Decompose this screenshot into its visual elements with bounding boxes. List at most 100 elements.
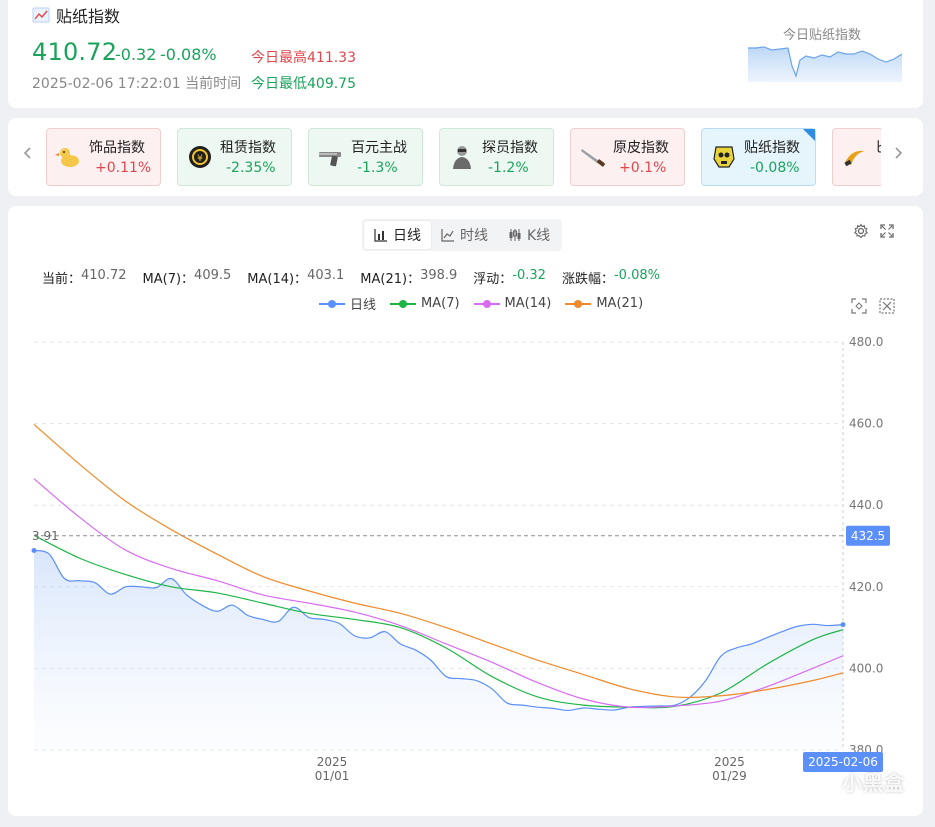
sticker-skull-icon: [713, 146, 735, 168]
index-name: 探员指数: [482, 140, 538, 156]
legend-label: MA(21): [596, 296, 644, 311]
tab-kline[interactable]: K线: [498, 221, 560, 249]
chevron-left-icon: [23, 147, 31, 159]
tab-daily[interactable]: 日线: [364, 221, 431, 249]
chart-card: 380.0 400.0 420.0 440.0 460.0 480.0 2025 01/01 2…: [8, 206, 923, 816]
stat-pct-value: -0.08%: [613, 268, 660, 283]
legend-marker: [390, 299, 417, 308]
chart-legend: 日线 MA(7) MA(14) MA(21): [319, 294, 643, 313]
tab-label: 日线: [393, 228, 421, 244]
watermark: 小黑盒: [842, 771, 905, 795]
timestamp: 2025-02-06 17:22:01 当前时间: [32, 76, 242, 92]
index-card-rental[interactable]: ¥ 租赁指数 -2.35%: [177, 128, 292, 186]
legend-marker: [565, 299, 592, 308]
tab-label: K线: [527, 228, 551, 244]
summary-title-row: 贴纸指数: [32, 3, 120, 27]
karambit-icon: [844, 150, 865, 167]
index-card-agent[interactable]: 探员指数 -1.2%: [439, 128, 554, 186]
y-tick-label: 400.0: [849, 661, 883, 675]
index-name: 饰品指数: [89, 140, 145, 156]
ma-stats-row: 当前： 410.72 MA(7)： 409.5 MA(14)： 403.1 MA…: [42, 268, 676, 287]
stat-current-label: 当前：: [42, 272, 82, 287]
stat-ma14-label: MA(14)：: [247, 272, 308, 287]
index-name: 百元主战: [351, 140, 407, 156]
x-tick-label: 2025: [317, 755, 348, 769]
stat-current-value: 410.72: [81, 268, 127, 283]
index-name: 贴纸指数: [744, 140, 800, 156]
legend-marker: [319, 299, 345, 308]
index-name: 匕: [875, 137, 881, 157]
index-track: 饰品指数 +0.11% ¥ 租赁指数 -2.35% 百元主战 -1.3% 探员指…: [46, 128, 881, 186]
bar-chart-icon: [374, 229, 387, 242]
y-tick-label: 460.0: [849, 417, 883, 431]
knife-icon: [581, 149, 605, 167]
legend-item-ma14[interactable]: MA(14): [473, 294, 551, 313]
x-tick-label: 01/01: [315, 769, 350, 783]
summary-title: 贴纸指数: [56, 7, 121, 26]
chart-zoom-tools: [851, 298, 895, 314]
index-card-hundred-main[interactable]: 百元主战 -1.3%: [308, 128, 423, 186]
index-carousel: 饰品指数 +0.11% ¥ 租赁指数 -2.35% 百元主战 -1.3% 探员指…: [8, 118, 923, 196]
index-card-jewelry[interactable]: 饰品指数 +0.11%: [46, 128, 161, 186]
pistol-icon: [319, 152, 341, 167]
stat-ma21-label: MA(21)：: [360, 272, 421, 287]
legend-item-daily[interactable]: 日线: [319, 294, 376, 313]
carousel-prev-button[interactable]: [18, 144, 38, 168]
y-tick-label: 420.0: [849, 580, 883, 594]
summary-card: 贴纸指数 410.72 -0.32 -0.08% 2025-02-06 17:2…: [8, 0, 923, 108]
legend-item-ma7[interactable]: MA(7): [390, 294, 460, 313]
legend-label: MA(7): [421, 296, 460, 311]
y-tick-label: 440.0: [849, 498, 883, 512]
index-change: +0.1%: [619, 160, 667, 176]
stat-float-label: 浮动：: [473, 272, 513, 287]
stat-float-value: -0.32: [512, 268, 546, 283]
duck-icon: [55, 148, 79, 167]
x-tick-label: 2025: [714, 755, 745, 769]
candlestick-icon: [509, 229, 521, 241]
mini-sparkline: [748, 46, 902, 82]
carousel-next-button[interactable]: [888, 144, 908, 168]
x-tick-label: 01/29: [712, 769, 747, 783]
index-change: -0.08%: [750, 160, 800, 176]
legend-marker: [473, 299, 500, 308]
agent-icon: [453, 146, 471, 169]
zoom-area-icon[interactable]: [851, 298, 867, 314]
change-percent: -0.08%: [160, 45, 217, 64]
fullscreen-icon[interactable]: [879, 223, 895, 239]
chevron-right-icon: [895, 147, 903, 159]
legend-label: 日线: [350, 298, 377, 313]
today-high: 今日最高411.33: [251, 50, 356, 66]
index-card-vanilla[interactable]: 原皮指数 +0.1%: [570, 128, 685, 186]
chart-top-tools: [853, 223, 895, 239]
stat-ma21-value: 398.9: [420, 268, 458, 283]
series-start-point: [31, 547, 37, 553]
zoom-reset-icon[interactable]: [879, 298, 895, 314]
change-value: -0.32: [115, 45, 157, 64]
index-change: -1.2%: [488, 160, 529, 176]
line-chart-icon: [441, 229, 454, 242]
tab-label: 时线: [460, 228, 488, 244]
selected-corner-marker: [803, 129, 815, 141]
crosshair-y-label: 432.5: [851, 529, 885, 543]
index-change: -1.3%: [357, 160, 398, 176]
chart-range-tabs: 日线 时线 K线: [362, 219, 563, 251]
index-change: +0.11%: [95, 160, 152, 176]
stat-ma7-label: MA(7)：: [142, 272, 195, 287]
legend-item-ma21[interactable]: MA(21): [565, 294, 643, 313]
stat-pct-label: 涨跌幅：: [561, 272, 614, 287]
index-card-sticker[interactable]: 贴纸指数 -0.08%: [701, 128, 816, 186]
gear-icon[interactable]: [853, 223, 869, 239]
crosshair-left-label: 3.91: [32, 529, 59, 543]
rent-coin-icon: ¥: [189, 146, 211, 168]
stat-ma7-value: 409.5: [194, 268, 232, 283]
tab-hourly[interactable]: 时线: [431, 221, 498, 249]
today-low: 今日最低409.75: [251, 76, 356, 92]
series-end-point: [840, 622, 846, 628]
index-name: 原皮指数: [613, 140, 669, 156]
index-name: 租赁指数: [220, 140, 276, 156]
stat-ma14-value: 403.1: [307, 268, 345, 283]
index-card-knife[interactable]: 匕: [832, 128, 881, 186]
trend-chart-icon: [32, 7, 50, 23]
series-area-daily: [34, 550, 843, 750]
mini-chart-title: 今日贴纸指数: [783, 28, 862, 43]
